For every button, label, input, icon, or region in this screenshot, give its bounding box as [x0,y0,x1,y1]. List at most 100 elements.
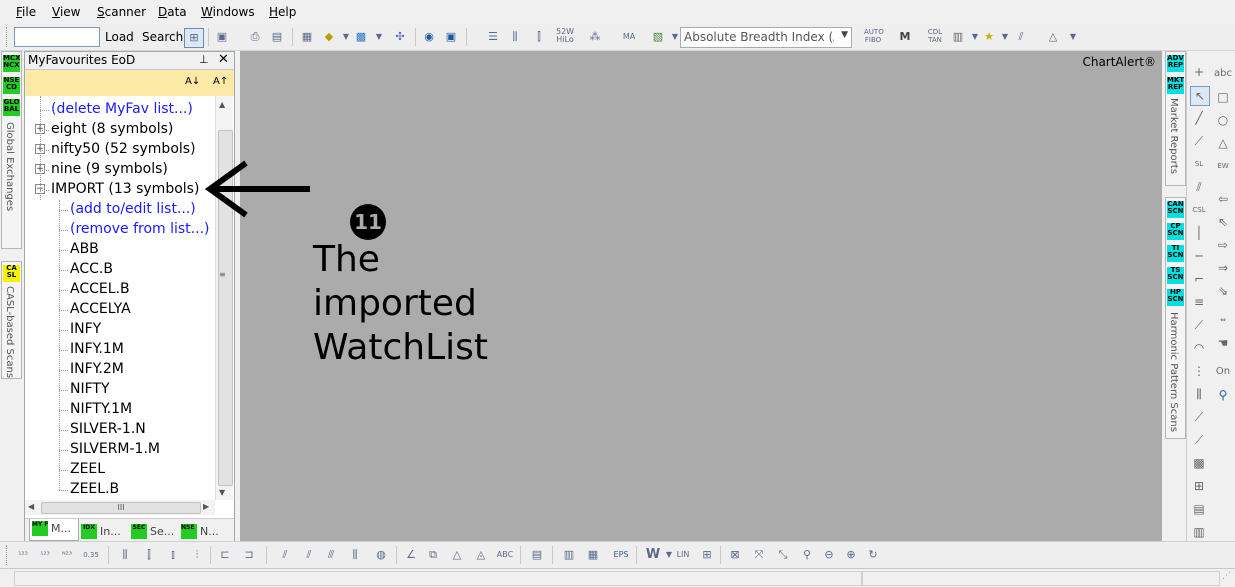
indicator-select[interactable]: Absolute Breadth Index (ABI ▼ [680,27,852,48]
pin-icon[interactable]: ⊥ [199,53,209,66]
panel-tab-0[interactable]: MY FAVM... [29,519,79,541]
resize-grip-icon[interactable]: ⋰ [1222,571,1231,581]
panel-tab-3[interactable]: NSE F&ON... [179,522,227,540]
52w-hilo-icon[interactable]: 52W HiLo [556,28,574,46]
arrow-up-left-icon[interactable]: ⇖ [1214,213,1232,231]
scanner-icon[interactable]: ▥ [949,28,967,46]
crosshair-icon[interactable]: + [1190,63,1208,81]
tree-symbol[interactable]: ABB [70,240,99,258]
zoom-fit-icon[interactable]: ⇔ [1214,311,1232,329]
triangle-b-icon[interactable]: △ [448,546,466,564]
zoom-in-icon[interactable]: ⊕ [842,546,860,564]
tree-symbol[interactable]: INFY [70,320,101,338]
scroll-up-icon[interactable]: ▲ [219,100,225,109]
hscroll-thumb[interactable]: III [41,502,201,514]
csl-icon[interactable]: CSL [1190,201,1208,219]
network-icon[interactable]: ✣ [391,28,409,46]
angle-icon[interactable]: ∠ [402,546,420,564]
scroll-right-icon[interactable]: ▶ [203,502,209,511]
chart-style-icon[interactable]: ▦ [298,28,316,46]
menu-help[interactable]: Help [269,5,296,19]
hlc-icon[interactable]: ⫶ [188,546,206,564]
channel-icon[interactable]: ⫽ [1190,178,1208,196]
zoom-box-icon[interactable]: ⧉ [424,546,442,564]
chart-area[interactable]: ChartAlert® 11 The imported WatchList [204,51,1162,541]
indicator-icon[interactable]: ▧ [649,28,667,46]
triangle-tool-icon[interactable]: △ [1214,134,1232,152]
candles-icon[interactable]: ⫿ [530,28,548,46]
sort-descending-button[interactable]: A↑ [213,76,228,87]
rectangle-icon[interactable]: □ [1214,88,1232,106]
scroll-left-icon[interactable]: ◀ [28,502,34,511]
tree-action-link[interactable]: (delete MyFav list...) [51,100,193,118]
triangle-c-icon[interactable]: ◬ [472,546,490,564]
align-b-icon[interactable]: ⊐ [240,546,258,564]
arrow-down-right-icon[interactable]: ⇘ [1214,282,1232,300]
arc-icon[interactable]: ◠ [1190,339,1208,357]
pattern-icon[interactable]: ▩ [1190,454,1208,472]
menu-view[interactable]: View [52,5,80,19]
doc-icon[interactable]: ▤ [528,546,546,564]
tab-casl-scans[interactable]: CA SL CASL-based Scans [1,261,22,379]
menu-scanner[interactable]: Scanner [97,5,146,19]
tree-symbol[interactable]: NIFTY [70,380,110,398]
fan-icon[interactable]: ⟋ [1190,316,1208,334]
value-123-icon[interactable]: ¹²³ [14,546,32,564]
diamond-icon[interactable]: ◆ [320,28,338,46]
zoom-region-icon[interactable]: ⤡ [774,546,792,564]
tree-action-link[interactable]: (remove from list...) [70,220,209,238]
tree-symbol[interactable]: INFY.1M [70,340,124,358]
window-icon[interactable]: ▣ [442,28,460,46]
scatter-icon[interactable]: ⁂ [586,28,604,46]
chevron-down-icon[interactable]: ▼ [1064,28,1082,46]
grid-icon[interactable]: ⊞ [698,546,716,564]
bars-icon[interactable]: ⫼ [506,28,524,46]
search-zoom-icon[interactable]: ⚲ [798,546,816,564]
load-button[interactable]: Load [105,30,134,44]
horizontal-line-icon[interactable]: ─ [1190,247,1208,265]
ma-icon[interactable]: MA [620,28,638,46]
close-icon[interactable]: ✕ [218,52,229,67]
hand-icon[interactable]: ☚ [1214,334,1232,352]
tree-action-link[interactable]: (add to/edit list...) [70,200,196,218]
panel-tab-1[interactable]: IDX In... [79,522,127,540]
tree-group[interactable]: eight (8 symbols) [51,120,173,138]
scroll-down-icon[interactable]: ▼ [219,488,225,497]
layout-icon[interactable]: ▩ [352,28,370,46]
tree-symbol[interactable]: NIFTY.1M [70,400,132,418]
toolbar-grip[interactable] [6,545,10,565]
trend-icon[interactable]: ⫽ [1012,28,1030,46]
tree-icon[interactable]: ⊞ [184,28,204,48]
tree-symbol[interactable]: INFY.2M [70,360,124,378]
levels-icon[interactable]: ⋮ [1190,362,1208,380]
triangle-icon[interactable]: △ [1044,28,1062,46]
menu-windows[interactable]: Windows [201,5,255,19]
lines-d-icon[interactable]: ⫼ [346,546,364,564]
align-icon[interactable]: ⊏ [216,546,234,564]
ew-icon[interactable]: EW [1214,157,1232,175]
doc-c-icon[interactable]: ▦ [584,546,602,564]
tree-symbol[interactable]: ZEEL [70,460,105,478]
menu-file[interactable]: File [16,5,36,19]
abc-icon[interactable]: ABC [496,546,514,564]
text-tool-button[interactable]: abc [1214,65,1232,83]
zoom-all-icon[interactable]: ⤧ [750,546,768,564]
list-tool-icon[interactable]: ▥ [1190,523,1208,541]
pointer-icon[interactable]: ↖ [1190,86,1210,106]
tab-harmonic-scans[interactable]: CAN SCN CP SCN TI SCN TS SCN HP SCN Harm… [1165,197,1186,439]
arrow-left-tool-icon[interactable]: ⇦ [1214,190,1232,208]
arrow-right-alt-icon[interactable]: ⇒ [1214,259,1232,277]
lines-a-icon[interactable]: ⫽ [276,546,294,564]
zoom-extents-icon[interactable]: ⊠ [726,546,744,564]
nav-circle-icon[interactable]: ◍ [372,546,390,564]
candles-b-icon[interactable]: ⫿ [140,546,158,564]
chevron-down-icon[interactable]: ▼ [370,28,388,46]
list-icon[interactable]: ☰ [484,28,502,46]
refresh-icon[interactable]: ↻ [864,546,882,564]
horizontal-scrollbar[interactable]: ◀ III ▶ [25,500,215,515]
tree-symbol[interactable]: ACCEL.B [70,280,130,298]
toggle-on-button[interactable]: On [1214,363,1232,381]
speed-lines-icon[interactable]: ⟋ [1190,408,1208,426]
toolbar-grip[interactable] [6,27,10,47]
line-icon[interactable]: ╱ [1190,109,1208,127]
